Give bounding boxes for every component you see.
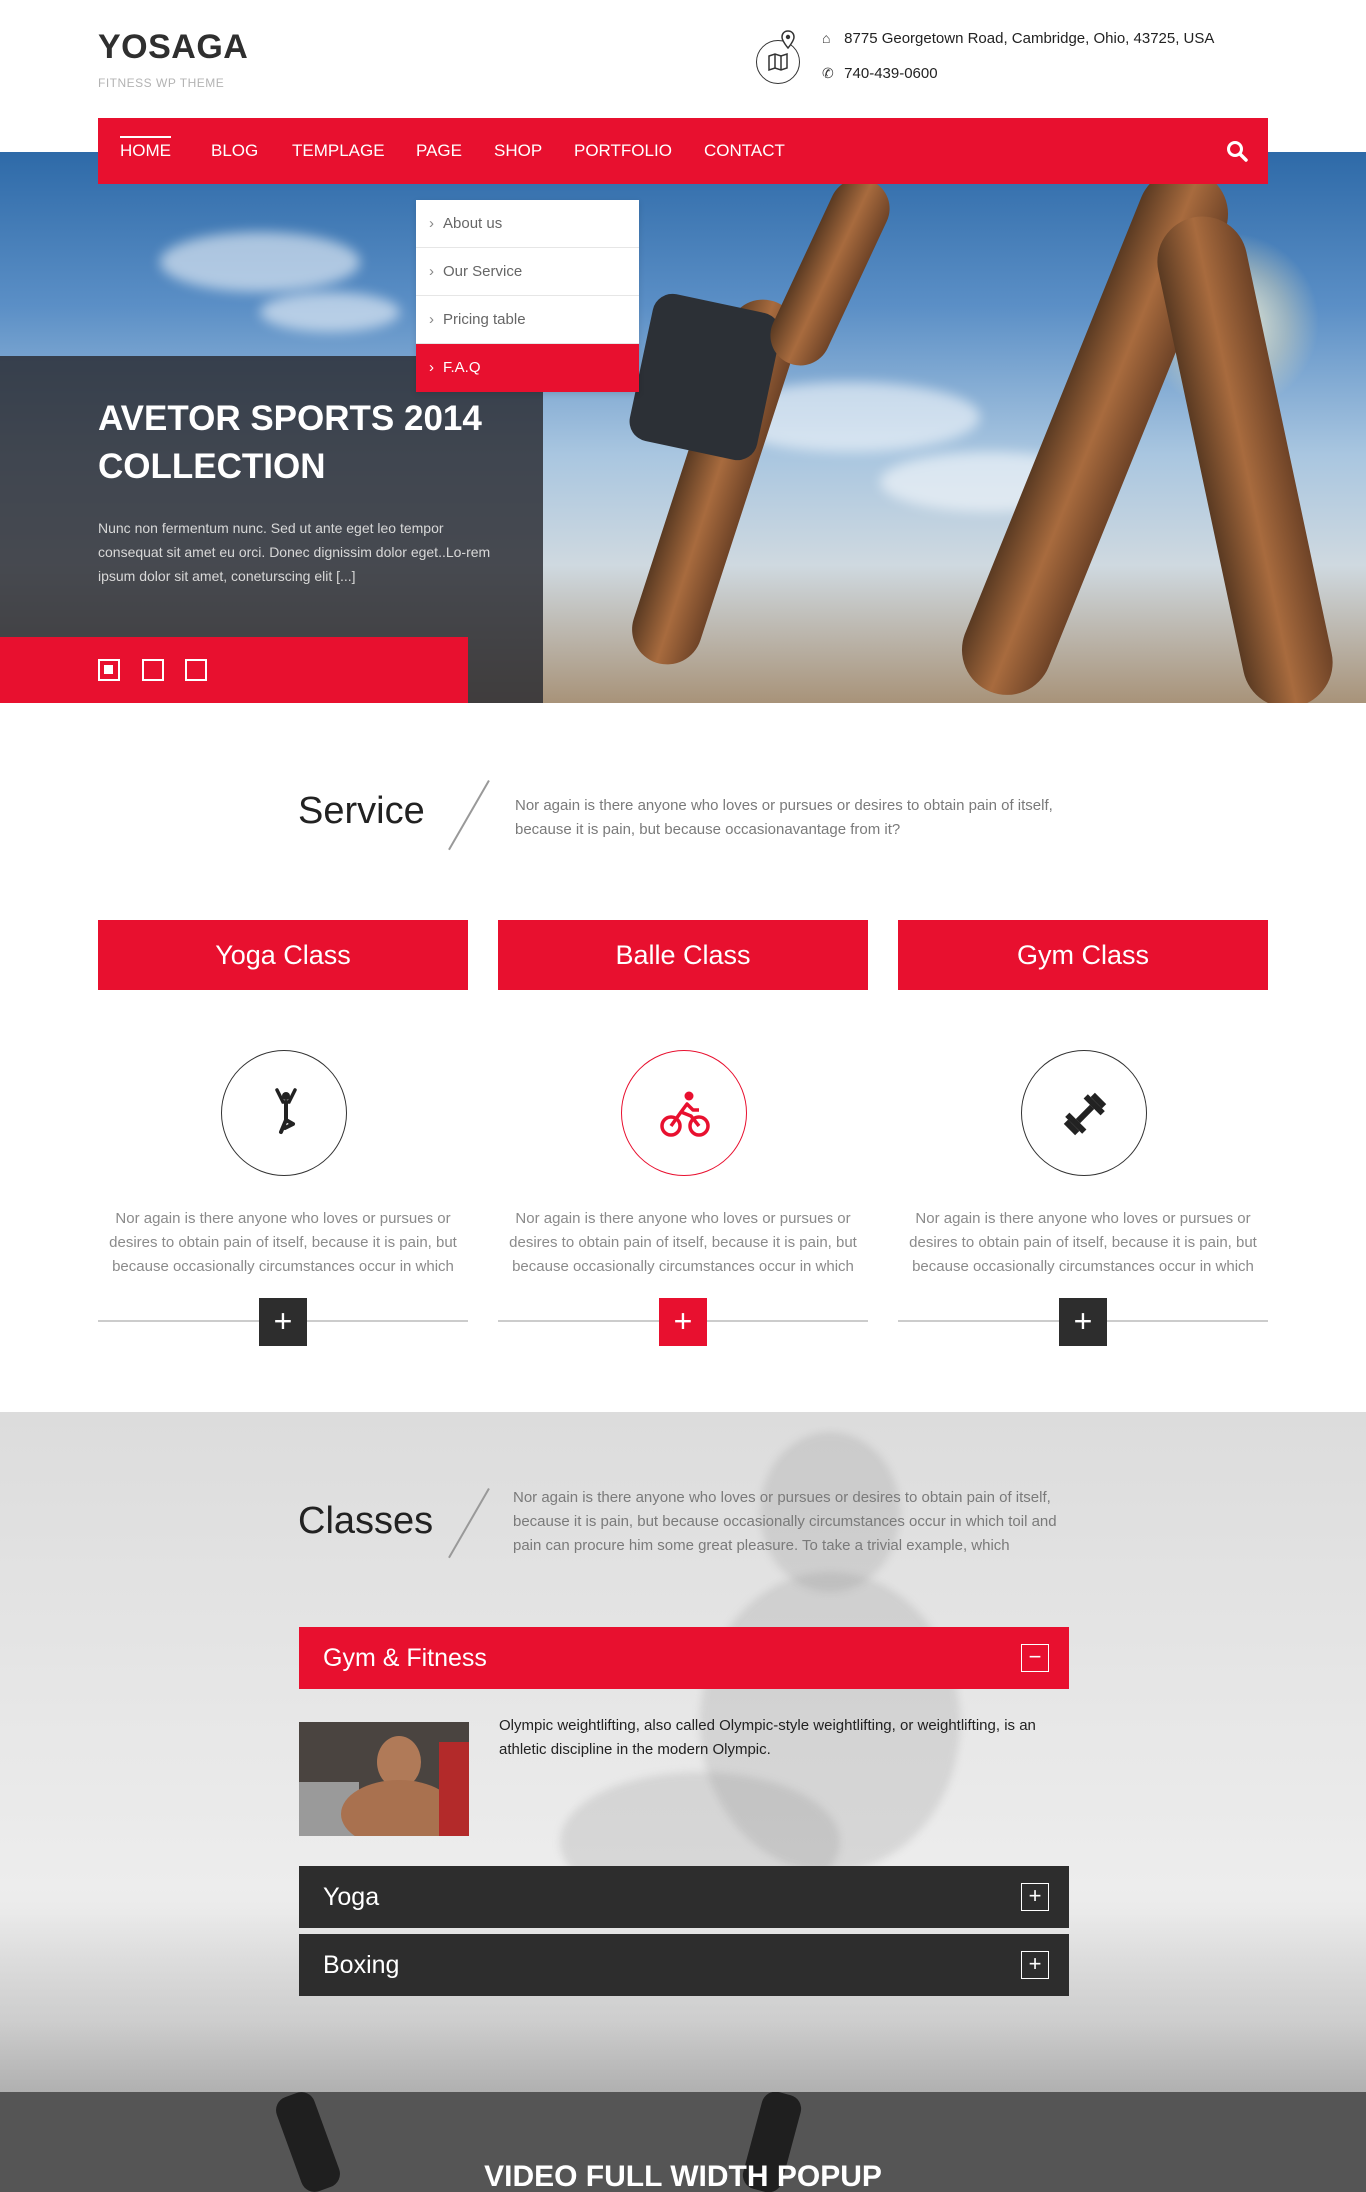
home-icon: ⌂: [822, 30, 831, 46]
hero-cloud: [260, 292, 400, 332]
gym-fitness-text: Olympic weightlifting, also called Olymp…: [499, 1717, 1036, 1758]
nav-page[interactable]: PAGE: [416, 118, 462, 184]
slider-dot-3[interactable]: [185, 659, 207, 681]
slider-dot-1[interactable]: [98, 659, 120, 681]
nav-contact[interactable]: CONTACT: [704, 118, 785, 184]
hero-athlete-leg: [1149, 208, 1341, 703]
main-nav: HOME BLOG TEMPLAGE PAGE SHOP PORTFOLIO C…: [98, 118, 1268, 184]
phone: ✆ 740-439-0600: [822, 65, 938, 82]
hero-cloud: [160, 232, 360, 292]
address-text: 8775 Georgetown Road, Cambridge, Ohio, 4…: [844, 30, 1215, 47]
yoga-class-text: Nor again is there anyone who loves or p…: [109, 1210, 457, 1275]
accordion-boxing[interactable]: Boxing +: [299, 1934, 1069, 1996]
page-dropdown-menu: About us Our Service Pricing table F.A.Q: [416, 200, 639, 392]
nav-shop[interactable]: SHOP: [494, 118, 542, 184]
accordion-boxing-label: Boxing: [323, 1951, 400, 1979]
yoga-icon-circle: [221, 1050, 347, 1176]
dropdown-item-our-service[interactable]: Our Service: [416, 248, 639, 296]
balle-class-text: Nor again is there anyone who loves or p…: [509, 1210, 857, 1275]
yoga-class-button[interactable]: Yoga Class: [98, 920, 468, 990]
yoga-icon: [275, 1088, 297, 1134]
classes-title: Classes: [298, 1500, 434, 1542]
phone-text[interactable]: 740-439-0600: [844, 65, 937, 82]
gym-fitness-photo: [299, 1722, 469, 1836]
dropdown-item-faq[interactable]: F.A.Q: [416, 344, 639, 392]
cyclist-icon-circle: [621, 1050, 747, 1176]
gym-class-text: Nor again is there anyone who loves or p…: [909, 1210, 1257, 1275]
hero-text: Nunc non fermentum nunc. Sed ut ante ege…: [98, 520, 491, 584]
dropdown-item-about-us[interactable]: About us: [416, 200, 639, 248]
yoga-more-plus-icon[interactable]: +: [259, 1298, 307, 1346]
nav-home[interactable]: HOME: [120, 118, 171, 184]
dropdown-item-pricing-table[interactable]: Pricing table: [416, 296, 639, 344]
nav-templage[interactable]: TEMPLAGE: [292, 118, 385, 184]
gym-class-button[interactable]: Gym Class: [898, 920, 1268, 990]
address: ⌂ 8775 Georgetown Road, Cambridge, Ohio,…: [822, 30, 1214, 47]
accordion-gym-fitness-label: Gym & Fitness: [323, 1644, 487, 1672]
service-title: Service: [298, 790, 425, 832]
dumbbell-icon: [1063, 1092, 1107, 1136]
site-tagline: FITNESS WP THEME: [98, 76, 225, 90]
nav-blog[interactable]: BLOG: [211, 118, 258, 184]
balle-class-button[interactable]: Balle Class: [498, 920, 868, 990]
phone-icon: ✆: [822, 65, 834, 81]
dumbbell-icon-circle: [1021, 1050, 1147, 1176]
slider-pagination-bar: [0, 637, 468, 703]
video-section: VIDEO FULL WIDTH POPUP: [0, 2092, 1366, 2192]
collapse-minus-icon[interactable]: −: [1021, 1644, 1049, 1672]
location-pin-icon: [781, 30, 795, 50]
accordion-gym-fitness[interactable]: Gym & Fitness −: [299, 1627, 1069, 1689]
gym-more-plus-icon[interactable]: +: [1059, 1298, 1107, 1346]
balle-more-plus-icon[interactable]: +: [659, 1298, 707, 1346]
video-title[interactable]: VIDEO FULL WIDTH POPUP: [0, 2160, 1366, 2192]
hero-athlete-arm: [760, 168, 900, 376]
service-divider: [448, 779, 490, 851]
expand-plus-icon[interactable]: +: [1021, 1883, 1049, 1911]
search-icon[interactable]: [1226, 140, 1248, 162]
accordion-yoga-label: Yoga: [323, 1883, 380, 1911]
site-logo[interactable]: YOSAGA: [98, 28, 248, 67]
slider-dot-2[interactable]: [142, 659, 164, 681]
nav-portfolio[interactable]: PORTFOLIO: [574, 118, 672, 184]
accordion-yoga[interactable]: Yoga +: [299, 1866, 1069, 1928]
hero-title: AVETOR SPORTS 2014 COLLECTION: [98, 399, 482, 486]
cyclist-icon: [660, 1091, 710, 1137]
classes-description: Nor again is there anyone who loves or p…: [513, 1489, 1057, 1554]
expand-plus-icon[interactable]: +: [1021, 1951, 1049, 1979]
service-description: Nor again is there anyone who loves or p…: [515, 797, 1053, 838]
